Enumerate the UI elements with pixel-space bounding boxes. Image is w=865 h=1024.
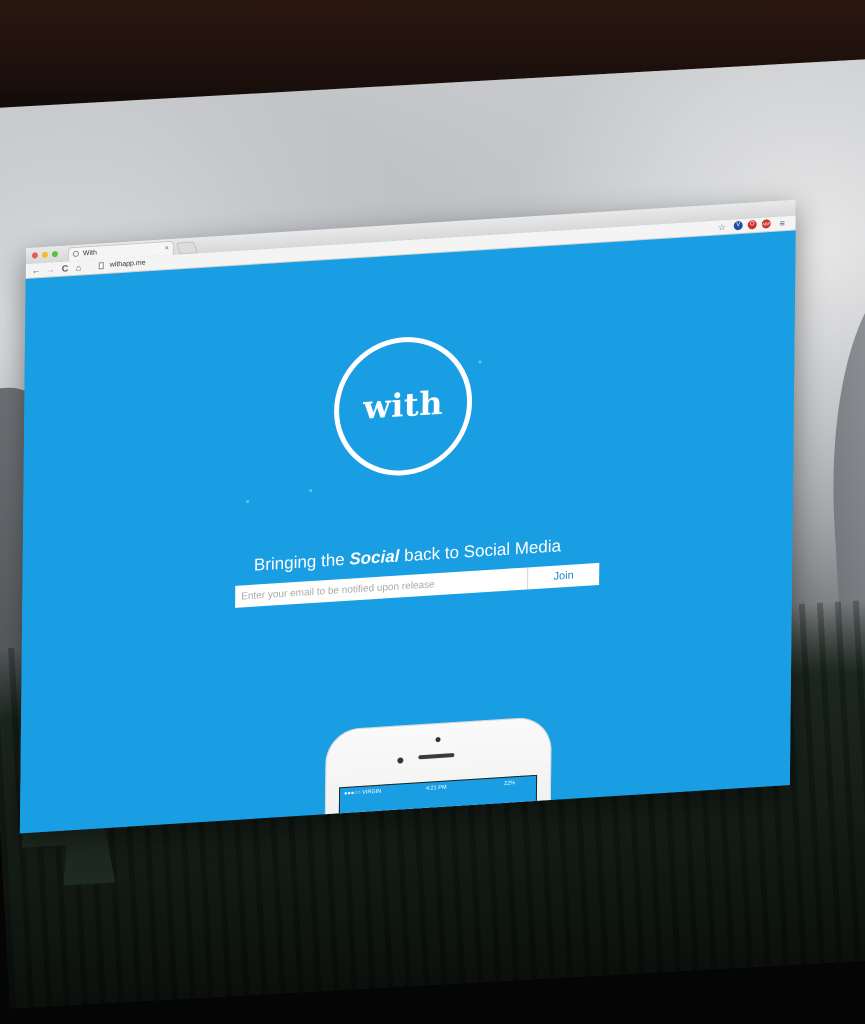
decoration-dot	[246, 499, 250, 504]
v-extension-icon[interactable]: V	[733, 220, 743, 231]
phone-camera	[397, 757, 404, 764]
phone-speaker	[418, 753, 455, 760]
back-arrow-icon[interactable]: ←	[32, 264, 41, 277]
photo-scene: With × ← → C ⌂ withapp.me ☆ V O ABP ≡ wi…	[0, 0, 865, 1024]
browser-window: With × ← → C ⌂ withapp.me ☆ V O ABP ≡ wi…	[19, 199, 796, 834]
url-text: withapp.me	[109, 259, 146, 269]
battery-level: 22%	[504, 780, 516, 787]
join-button[interactable]: Join	[527, 562, 600, 590]
minimize-window-button[interactable]	[41, 251, 48, 259]
carrier-label: ●●●○○ VIRGIN	[344, 788, 382, 798]
phone-sensor	[435, 736, 441, 743]
tagline-emphasis: Social	[349, 546, 400, 569]
tagline-end: back to Social Media	[399, 536, 562, 566]
adblock-extension-icon[interactable]: ABP	[761, 219, 771, 229]
maximize-window-button[interactable]	[51, 250, 58, 258]
tagline-start: Bringing the	[253, 549, 350, 575]
landing-page: with Bringing the Social back to Social …	[19, 230, 796, 834]
tab-title: With	[82, 249, 97, 258]
bookmark-star-icon[interactable]: ☆	[718, 221, 726, 234]
opera-extension-icon[interactable]: O	[747, 219, 757, 230]
page-icon	[98, 262, 104, 270]
phone-time: 4:21 PM	[426, 784, 447, 792]
tab-close-icon[interactable]: ×	[165, 242, 169, 255]
logo-text: with	[363, 383, 444, 427]
close-window-button[interactable]	[31, 252, 38, 259]
menu-icon[interactable]: ≡	[780, 217, 785, 229]
with-logo: with	[333, 332, 473, 480]
home-icon[interactable]: ⌂	[76, 262, 82, 274]
decoration-dot	[478, 360, 482, 364]
forward-arrow-icon[interactable]: →	[46, 263, 55, 276]
reload-icon[interactable]: C	[62, 262, 69, 274]
loading-favicon-icon	[72, 250, 79, 258]
decoration-dot	[309, 488, 313, 493]
